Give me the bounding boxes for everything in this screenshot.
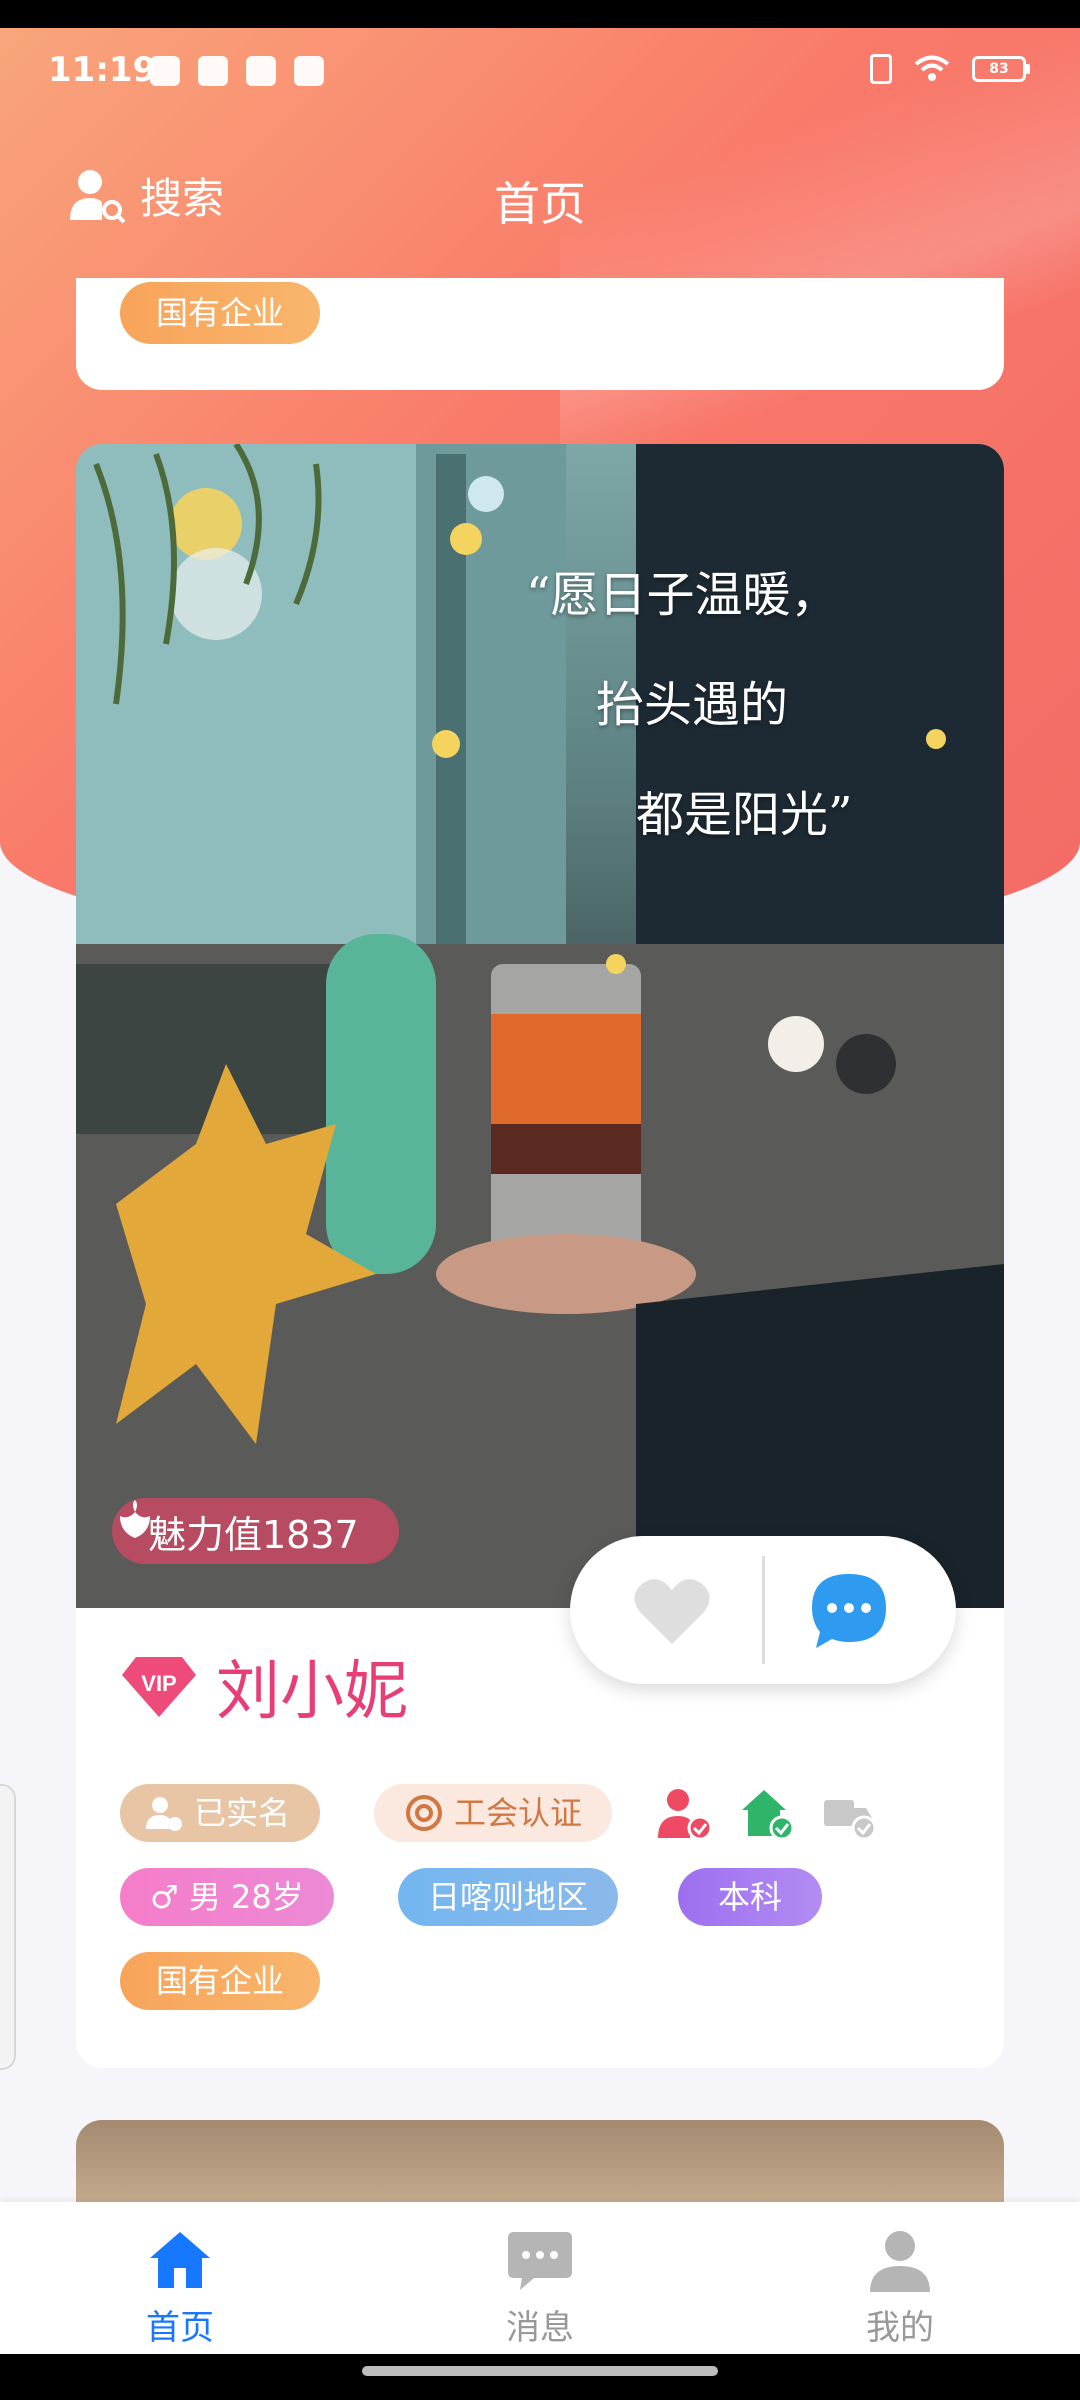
car-unverified-icon <box>824 1800 877 1841</box>
crown-notification-icon <box>294 56 324 86</box>
video-notification-icon <box>198 56 228 86</box>
verification-icons <box>656 1784 878 1842</box>
search-button[interactable]: 搜索 <box>66 164 224 226</box>
message-icon <box>508 2232 572 2290</box>
company-tag: 国有企业 <box>120 1952 321 2010</box>
nav-me[interactable]: 我的 <box>800 2224 1000 2349</box>
flower-icon <box>120 1500 150 1538</box>
action-pill <box>570 1536 956 1684</box>
education-tag: 本科 <box>678 1868 823 1926</box>
company-tag: 国有企业 <box>120 282 321 344</box>
quote-line-2: 抬头遇的 <box>596 677 789 733</box>
quote-line-1: “愿日子温暖， <box>526 567 839 623</box>
side-edge-handle[interactable] <box>0 1784 16 2070</box>
top-black-strip <box>0 0 1080 28</box>
union-certified-tag: 工会认证 <box>374 1784 613 1842</box>
real-name-tag: 已实名 <box>120 1784 321 1842</box>
nav-messages-label: 消息 <box>506 2308 574 2348</box>
previous-profile-card[interactable]: 国有企业 <box>76 278 1004 390</box>
profile-icon <box>870 2231 930 2292</box>
user-name: 刘小妮 <box>216 1655 408 1729</box>
notification-icons <box>150 56 324 86</box>
battery-icon: 83 <box>972 56 1030 82</box>
next-profile-card[interactable] <box>76 2120 1004 2210</box>
profile-card[interactable]: “愿日子温暖， 抬头遇的 都是阳光” 魅力值1837 VIP 刘小妮 已实名 工… <box>76 444 1004 2068</box>
profile-photo[interactable]: “愿日子温暖， 抬头遇的 都是阳光” 魅力值1837 <box>76 444 1004 1608</box>
status-bar: 11:19 83 <box>0 28 1080 118</box>
house-verified-icon <box>742 1790 795 1841</box>
vip-badge-icon: VIP <box>122 1657 196 1717</box>
nav-messages[interactable]: 消息 <box>440 2224 640 2349</box>
region-tag: 日喀则地区 <box>398 1868 619 1926</box>
real-name-label: 已实名 <box>194 1794 291 1832</box>
verified-user-icon <box>146 1797 182 1831</box>
quote-line-3: 都是阳光” <box>636 787 853 843</box>
home-icon <box>150 2232 210 2288</box>
nav-me-label: 我的 <box>866 2308 934 2348</box>
battery-level: 83 <box>972 56 1026 82</box>
search-label: 搜索 <box>140 173 225 223</box>
vip-text: VIP <box>141 1671 176 1696</box>
status-time: 11:19 <box>48 50 157 90</box>
pill-divider <box>762 1556 765 1664</box>
system-status-icons: 83 <box>870 54 1030 84</box>
chat-bubble-icon[interactable] <box>808 1570 890 1652</box>
name-row: VIP 刘小妮 <box>120 1640 408 1732</box>
union-label: 工会认证 <box>454 1794 583 1832</box>
system-gesture-bar <box>0 2354 1080 2400</box>
app-header: 搜索 首页 <box>0 150 1080 250</box>
app-notification-icon <box>150 56 180 86</box>
charm-badge: 魅力值1837 <box>112 1498 399 1564</box>
charm-value: 魅力值1837 <box>148 1512 359 1557</box>
like-heart-icon[interactable] <box>632 1574 712 1646</box>
wifi-icon <box>914 55 950 81</box>
union-emblem-icon <box>406 1795 442 1831</box>
nav-home-label: 首页 <box>146 2308 214 2348</box>
photo-quote: “愿日子温暖， 抬头遇的 都是阳光” <box>526 540 853 870</box>
bottom-navigation: 首页 消息 我的 <box>0 2202 1080 2354</box>
nav-home[interactable]: 首页 <box>80 2224 280 2349</box>
sim-icon <box>870 54 892 84</box>
identity-verified-icon <box>658 1789 713 1841</box>
user-search-icon <box>70 170 126 224</box>
mail-notification-icon <box>246 56 276 86</box>
gender-age-tag: ♂ 男 28岁 <box>120 1868 334 1926</box>
home-gesture-handle[interactable] <box>362 2366 718 2376</box>
